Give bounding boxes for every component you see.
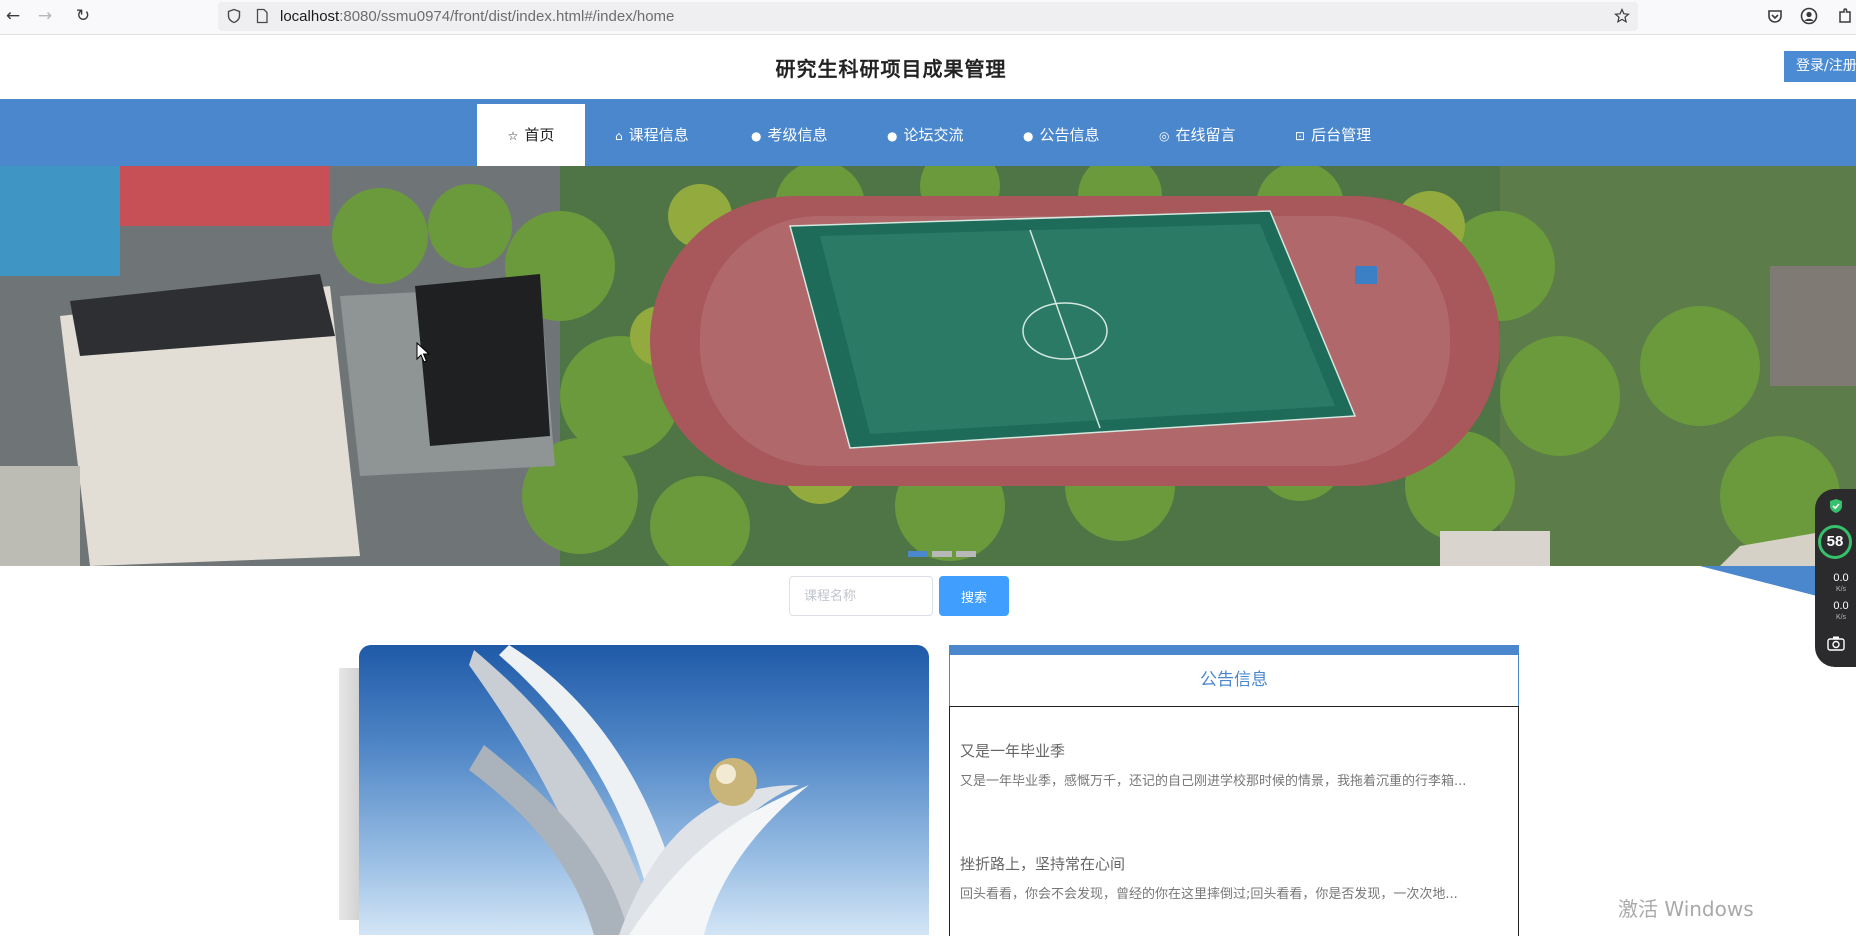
download-speed: 0.0 K/s [1833,600,1849,622]
page-icon[interactable] [254,8,270,24]
camera-icon [1827,636,1845,651]
card-shadow [339,668,359,920]
info-icon: ● [751,129,762,143]
shield-check-icon [1830,499,1842,513]
briefcase-icon: ⊡ [1295,129,1306,143]
login-register-button[interactable]: 登录/注册 [1784,51,1856,82]
banner-carousel[interactable] [0,166,1856,566]
notice-item-title[interactable]: 又是一年毕业季 [960,740,1065,761]
pocket-icon[interactable] [1764,5,1786,27]
notice-heading: 公告信息 [949,655,1519,706]
carousel-dot-2[interactable] [932,551,952,557]
carousel-dot-1[interactable] [908,551,928,557]
nav-item-courses[interactable]: ⌂ 课程信息 [615,104,689,166]
forward-icon[interactable]: → [32,3,58,29]
notice-item-excerpt[interactable]: 回头看看，你会不会发现，曾经的你在这里摔倒过;回头看看，你是否发现，一次次地..… [960,883,1506,902]
bag-icon: ⌂ [615,129,623,143]
reload-icon[interactable]: ↻ [70,3,96,29]
question-icon: ● [887,129,898,143]
featured-image-card[interactable] [359,645,929,935]
nav-item-messages[interactable]: ◎ 在线留言 [1159,104,1236,166]
main-nav: ☆ 首页 ⌂ 课程信息 ● 考级信息 ● 论坛交流 ● 公告信息 ◎ 在线留言 ⊡ 后台管理 [0,99,1856,166]
cpu-gauge: 58 [1818,525,1852,559]
nav-item-exams[interactable]: ● 考级信息 [751,104,828,166]
notice-panel: 公告信息 又是一年毕业季 又是一年毕业季，感慨万千，还记的自己刚进学校那时候的情… [949,645,1519,936]
notice-item-title[interactable]: 挫折路上，坚持常在心间 [960,853,1125,874]
search-button[interactable]: 搜索 [939,576,1009,616]
star-icon: ☆ [507,129,519,143]
nav-item-forum[interactable]: ● 论坛交流 [887,104,964,166]
notice-list: 又是一年毕业季 又是一年毕业季，感慨万千，还记的自己刚进学校那时候的情景，我拖着… [949,706,1519,936]
page-title: 研究生科研项目成果管理 [775,59,1007,81]
trophy-sculpture-image [469,645,809,935]
info-icon: ● [1023,129,1034,143]
course-search-input[interactable] [789,576,933,616]
chat-icon: ◎ [1159,129,1170,143]
shield-icon[interactable] [226,8,242,24]
carousel-dot-3[interactable] [956,551,976,557]
nav-item-admin[interactable]: ⊡ 后台管理 [1295,104,1371,166]
address-bar[interactable]: localhost:8080/ssmu0974/front/dist/index… [218,2,1638,31]
mouse-cursor-icon [416,342,430,363]
browser-toolbar: ← → ↻ localhost:8080/ssmu0974/front/dist… [0,0,1856,35]
network-monitor-widget[interactable]: 58 0.0 K/s 0.0 K/s [1815,489,1856,667]
windows-activation-watermark: 激活 Windows [1618,897,1754,921]
nav-item-home[interactable]: ☆ 首页 [477,104,585,166]
extensions-icon[interactable] [1834,5,1856,27]
notice-item-excerpt[interactable]: 又是一年毕业季，感慨万千，还记的自己刚进学校那时候的情景，我拖着沉重的行李箱..… [960,770,1506,789]
star-icon[interactable] [1614,8,1630,24]
banner-image [0,166,1856,566]
nav-item-notices[interactable]: ● 公告信息 [1023,104,1100,166]
upload-speed: 0.0 K/s [1833,572,1849,594]
url-text[interactable]: localhost:8080/ssmu0974/front/dist/index… [280,2,674,31]
back-icon[interactable]: ← [0,3,26,29]
account-icon[interactable] [1798,5,1820,27]
